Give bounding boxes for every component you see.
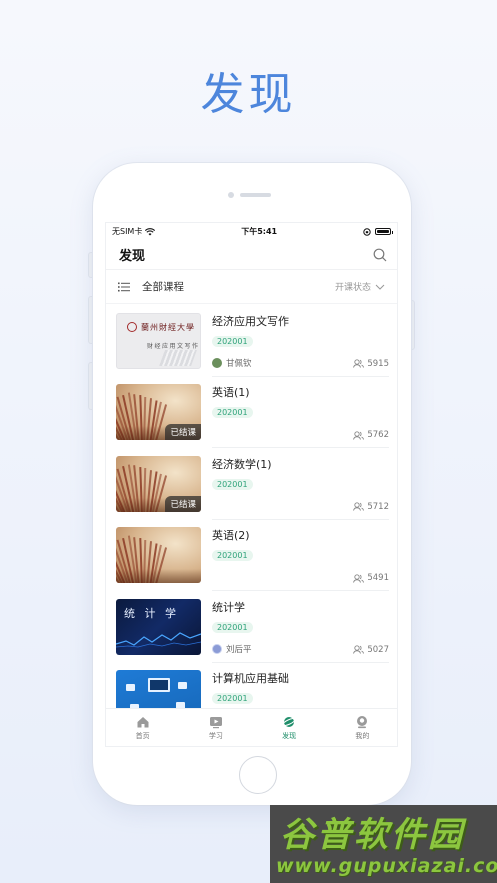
front-camera bbox=[228, 192, 234, 198]
tab-mine[interactable]: 我的 bbox=[326, 709, 397, 746]
page-title: 发现 bbox=[119, 249, 146, 264]
ended-badge: 已结课 bbox=[165, 495, 201, 512]
course-name: 统计学 bbox=[212, 600, 245, 614]
teacher: 刘后平 bbox=[212, 643, 252, 655]
tab-label: 首页 bbox=[135, 731, 150, 740]
count-value: 5915 bbox=[367, 358, 389, 369]
student-count: 5491 bbox=[353, 573, 389, 583]
people-icon bbox=[353, 502, 365, 511]
course-item[interactable]: 英语(2) 202001 5491 bbox=[106, 520, 397, 592]
chevron-down-icon bbox=[375, 284, 385, 290]
chart-line-graphic bbox=[116, 632, 201, 648]
course-thumbnail: 蘭州財經大學 财经应用文写作 bbox=[116, 312, 201, 369]
keyboard-graphic bbox=[159, 349, 197, 366]
watermark: 谷普软件园 www.gupuxiazai.com bbox=[270, 805, 497, 883]
device-icon bbox=[178, 682, 187, 690]
term-badge: 202001 bbox=[212, 693, 253, 705]
tab-label: 发现 bbox=[282, 731, 297, 740]
course-thumbnail: 已结课 bbox=[116, 384, 201, 441]
play-icon bbox=[209, 716, 222, 728]
orientation-lock-icon bbox=[363, 227, 371, 236]
planet-icon bbox=[282, 716, 296, 727]
filter-bar: 全部课程 开课状态 bbox=[106, 270, 397, 304]
teacher-name: 刘后平 bbox=[226, 644, 252, 655]
university-logo-icon bbox=[127, 321, 137, 332]
tab-home[interactable]: 首页 bbox=[106, 709, 179, 746]
course-thumbnail: 已结课 bbox=[116, 455, 201, 512]
people-icon bbox=[353, 645, 365, 654]
device-icon bbox=[126, 684, 135, 692]
student-count: 5915 bbox=[353, 359, 389, 369]
nav-bar: 发现 bbox=[106, 240, 397, 270]
people-icon bbox=[353, 431, 365, 440]
term-badge: 202001 bbox=[212, 478, 253, 490]
course-status-dropdown[interactable]: 开课状态 bbox=[335, 280, 385, 293]
term-badge: 202001 bbox=[212, 335, 253, 347]
list-icon bbox=[118, 282, 130, 291]
avatar bbox=[212, 357, 222, 368]
tab-bar: 首页 学习 发现 我的 bbox=[106, 708, 397, 746]
thumbnail-title: 蘭州財經大學 bbox=[141, 322, 195, 332]
student-count: 5762 bbox=[353, 430, 389, 440]
status-time: 下午5:41 bbox=[241, 227, 278, 236]
teacher: 甘佩钦 bbox=[212, 357, 252, 369]
all-courses-filter[interactable]: 全部课程 bbox=[118, 279, 184, 294]
count-value: 5491 bbox=[367, 573, 389, 584]
watermark-title: 谷普软件园 bbox=[280, 815, 465, 855]
thumbnail-title: 统 计 学 bbox=[124, 606, 179, 620]
thumbnail-subtitle: 财经应用文写作 bbox=[147, 342, 200, 350]
battery-icon bbox=[375, 228, 393, 235]
course-item[interactable]: 已结课 英语(1) 202001 5762 bbox=[106, 377, 397, 449]
course-list: 蘭州財經大學 财经应用文写作 经济应用文写作 202001 甘佩钦 5915 已… bbox=[106, 305, 397, 734]
course-item[interactable]: 统 计 学 统计学 202001 刘后平 5027 bbox=[106, 591, 397, 663]
course-status-label: 开课状态 bbox=[334, 283, 371, 293]
course-thumbnail: 统 计 学 bbox=[116, 598, 201, 655]
home-icon bbox=[137, 716, 149, 727]
course-item[interactable]: 已结课 经济数学(1) 202001 5712 bbox=[106, 448, 397, 520]
tab-label: 我的 bbox=[355, 731, 370, 740]
course-item[interactable]: 蘭州財經大學 财经应用文写作 经济应用文写作 202001 甘佩钦 5915 bbox=[106, 305, 397, 377]
watermark-url: www.gupuxiazai.com bbox=[276, 855, 497, 877]
people-icon bbox=[353, 574, 365, 583]
wifi-icon bbox=[145, 227, 156, 235]
course-name: 经济数学(1) bbox=[212, 457, 272, 471]
count-value: 5762 bbox=[367, 430, 389, 441]
tab-discover[interactable]: 发现 bbox=[253, 709, 326, 746]
term-badge: 202001 bbox=[212, 550, 253, 562]
monitor-icon bbox=[148, 678, 170, 693]
ended-badge: 已结课 bbox=[165, 424, 201, 441]
all-courses-label: 全部课程 bbox=[142, 281, 184, 293]
tab-study[interactable]: 学习 bbox=[179, 709, 252, 746]
app-screen: 无SIM卡 下午5:41 发现 全部课程 开课状态 蘭州財經大學 财经应用文写作… bbox=[105, 222, 398, 747]
course-name: 经济应用文写作 bbox=[212, 314, 289, 328]
search-icon[interactable] bbox=[373, 248, 387, 262]
course-name: 英语(1) bbox=[212, 386, 250, 400]
count-value: 5027 bbox=[367, 644, 389, 655]
course-name: 计算机应用基础 bbox=[212, 672, 289, 686]
avatar bbox=[212, 643, 222, 654]
student-count: 5027 bbox=[353, 645, 389, 655]
student-count: 5712 bbox=[353, 502, 389, 512]
home-button bbox=[239, 756, 277, 794]
term-badge: 202001 bbox=[212, 621, 253, 633]
tab-label: 学习 bbox=[208, 731, 223, 740]
status-bar: 无SIM卡 下午5:41 bbox=[106, 223, 397, 240]
user-icon bbox=[357, 715, 368, 728]
teacher-name: 甘佩钦 bbox=[226, 358, 252, 369]
earpiece-speaker bbox=[240, 193, 271, 197]
course-name: 英语(2) bbox=[212, 529, 250, 543]
term-badge: 202001 bbox=[212, 407, 253, 419]
course-thumbnail bbox=[116, 527, 201, 584]
carrier-label: 无SIM卡 bbox=[112, 227, 143, 236]
people-icon bbox=[353, 359, 365, 368]
count-value: 5712 bbox=[367, 501, 389, 512]
headline: 发现 bbox=[200, 69, 297, 120]
